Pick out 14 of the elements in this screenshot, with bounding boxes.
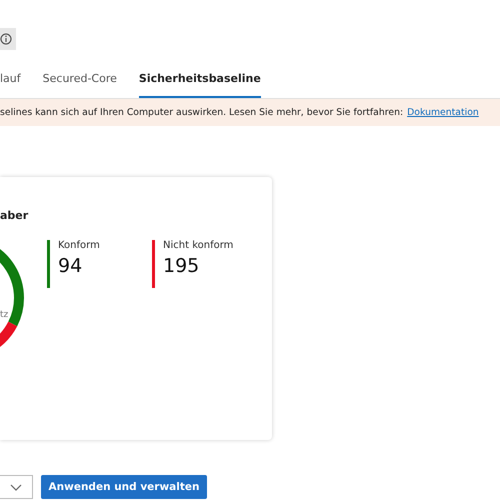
card-title: aber [0, 208, 30, 222]
banner-text: selines kann sich auf Ihren Computer auswirken. Lesen Sie mehr, bevor Sie fortfahren: [0, 107, 404, 118]
legend-label: Konform [58, 240, 100, 251]
donut-center-label: tz [0, 310, 8, 320]
info-button[interactable] [0, 28, 16, 50]
apply-button[interactable]: Anwenden und verwalten [41, 475, 207, 499]
info-icon [0, 33, 12, 45]
legend-label: Nicht konform [163, 240, 234, 251]
tab[interactable]: lauf [0, 66, 21, 98]
documentation-link[interactable]: Dokumentation [407, 107, 479, 118]
legend-value: 94 [58, 255, 84, 277]
tab[interactable]: Secured-Core [42, 66, 117, 98]
chevron-down-icon [10, 484, 22, 490]
legend-value: 195 [163, 255, 200, 277]
